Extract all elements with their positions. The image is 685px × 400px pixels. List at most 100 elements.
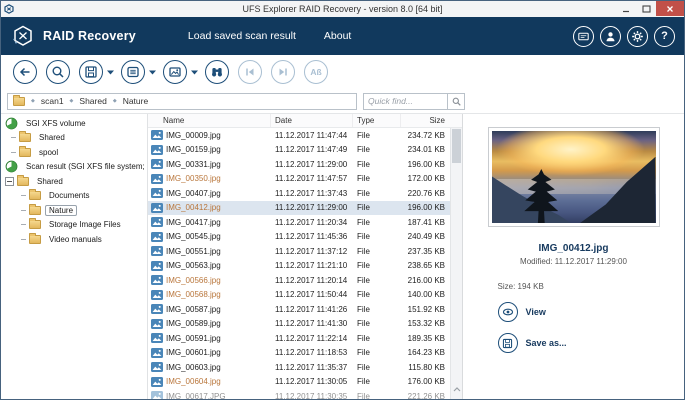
collapse-expander-icon[interactable] bbox=[5, 177, 14, 186]
tree-item-nature[interactable]: Nature bbox=[1, 203, 147, 218]
export-image-button[interactable] bbox=[163, 60, 187, 84]
previous-item-button[interactable] bbox=[238, 60, 262, 84]
file-type: File bbox=[353, 305, 401, 314]
file-row-img-00589-jpg[interactable]: IMG_00589.jpg11.12.2017 11:41:30File153.… bbox=[148, 317, 462, 332]
breadcrumb-segment[interactable]: Nature bbox=[123, 96, 149, 106]
column-header-date[interactable]: Date bbox=[271, 114, 353, 127]
image-file-icon bbox=[148, 290, 166, 300]
file-row-img-00009-jpg[interactable]: IMG_00009.jpg11.12.2017 11:47:44File234.… bbox=[148, 128, 462, 143]
save-dropdown-icon[interactable] bbox=[107, 70, 114, 75]
path-bar: scan1 Shared Nature bbox=[1, 89, 684, 113]
tree-connector bbox=[21, 239, 26, 240]
tree-item-label: SGI XFS volume bbox=[22, 118, 90, 129]
file-size: 153.32 KB bbox=[401, 319, 449, 328]
breadcrumb-segment[interactable]: Shared bbox=[79, 96, 106, 106]
file-date: 11.12.2017 11:22:14 bbox=[271, 334, 353, 343]
file-type: File bbox=[353, 160, 401, 169]
file-row-img-00591-jpg[interactable]: IMG_00591.jpg11.12.2017 11:22:14File189.… bbox=[148, 331, 462, 346]
file-date: 11.12.2017 11:47:49 bbox=[271, 145, 353, 154]
app-logo-icon bbox=[10, 23, 36, 49]
save-as-button[interactable]: Save as... bbox=[498, 333, 567, 353]
column-header-size[interactable]: Size bbox=[401, 114, 449, 127]
file-row-img-00587-jpg[interactable]: IMG_00587.jpg11.12.2017 11:41:26File151.… bbox=[148, 302, 462, 317]
save-button[interactable] bbox=[79, 60, 103, 84]
tree-item-documents[interactable]: Documents bbox=[1, 189, 147, 204]
tree-item-sgi-xfs-volume[interactable]: SGI XFS volume bbox=[1, 116, 147, 131]
file-row-img-00563-jpg[interactable]: IMG_00563.jpg11.12.2017 11:21:10File238.… bbox=[148, 259, 462, 274]
tree-item-shared[interactable]: Shared bbox=[1, 174, 147, 189]
file-name: IMG_00603.jpg bbox=[166, 363, 271, 372]
file-name: IMG_00604.jpg bbox=[166, 377, 271, 386]
preview-panel: IMG_00412.jpg Modified: 11.12.2017 11:29… bbox=[463, 114, 684, 399]
column-header-name[interactable]: Name bbox=[148, 114, 271, 127]
license-button[interactable] bbox=[573, 26, 594, 47]
file-row-img-00601-jpg[interactable]: IMG_00601.jpg11.12.2017 11:18:53File164.… bbox=[148, 346, 462, 361]
minimize-icon[interactable] bbox=[616, 1, 636, 16]
view-options-button[interactable] bbox=[121, 60, 145, 84]
user-button[interactable] bbox=[600, 26, 621, 47]
scrollbar-thumb[interactable] bbox=[452, 129, 461, 163]
file-name: IMG_00601.jpg bbox=[166, 348, 271, 357]
tree-item-video-manuals[interactable]: Video manuals bbox=[1, 232, 147, 247]
file-row-img-00604-jpg[interactable]: IMG_00604.jpg11.12.2017 11:30:05File176.… bbox=[148, 375, 462, 390]
file-size: 234.72 KB bbox=[401, 131, 449, 140]
file-type: File bbox=[353, 131, 401, 140]
file-row-img-00545-jpg[interactable]: IMG_00545.jpg11.12.2017 11:45:36File240.… bbox=[148, 230, 462, 245]
next-item-button[interactable] bbox=[271, 60, 295, 84]
file-name: IMG_00412.jpg bbox=[166, 203, 271, 212]
file-row-img-00617-jpg[interactable]: IMG_00617.JPG11.12.2017 11:30:35File221.… bbox=[148, 389, 462, 399]
quick-find-search-icon[interactable] bbox=[447, 93, 465, 110]
file-row-img-00551-jpg[interactable]: IMG_00551.jpg11.12.2017 11:37:12File237.… bbox=[148, 244, 462, 259]
file-row-img-00331-jpg[interactable]: IMG_00331.jpg11.12.2017 11:29:00File196.… bbox=[148, 157, 462, 172]
settings-gear-icon[interactable] bbox=[627, 26, 648, 47]
view-options-dropdown-icon[interactable] bbox=[149, 70, 156, 75]
encoding-button[interactable]: Aß bbox=[304, 60, 328, 84]
file-size: 234.01 KB bbox=[401, 145, 449, 154]
main-menu: Load saved scan result About bbox=[188, 30, 351, 42]
maximize-icon[interactable] bbox=[636, 1, 656, 16]
tree-item-storage-image-files[interactable]: Storage Image Files bbox=[1, 218, 147, 233]
file-type: File bbox=[353, 218, 401, 227]
tree-item-scan-result-sgi-xfs-file-system-3-72-gb[interactable]: Scan result (SGI XFS file system; 3.72 G… bbox=[1, 160, 147, 175]
menu-about[interactable]: About bbox=[324, 30, 351, 42]
scrollbar-arrow-icon[interactable] bbox=[453, 387, 461, 392]
search-button[interactable] bbox=[46, 60, 70, 84]
file-date: 11.12.2017 11:37:12 bbox=[271, 247, 353, 256]
column-header-type[interactable]: Type bbox=[353, 114, 401, 127]
file-size: 196.00 KB bbox=[401, 203, 449, 212]
scrollbar[interactable] bbox=[450, 128, 462, 399]
file-date: 11.12.2017 11:47:44 bbox=[271, 131, 353, 140]
file-row-img-00566-jpg[interactable]: IMG_00566.jpg11.12.2017 11:20:14File216.… bbox=[148, 273, 462, 288]
back-button[interactable] bbox=[13, 60, 37, 84]
file-row-img-00350-jpg[interactable]: IMG_00350.jpg11.12.2017 11:47:57File172.… bbox=[148, 172, 462, 187]
save-icon bbox=[498, 333, 518, 353]
file-name: IMG_00568.jpg bbox=[166, 290, 271, 299]
tree-item-label: Shared bbox=[33, 176, 67, 187]
view-button[interactable]: View bbox=[498, 302, 546, 322]
export-image-dropdown-icon[interactable] bbox=[191, 70, 198, 75]
file-date: 11.12.2017 11:21:10 bbox=[271, 261, 353, 270]
tree-item-spool[interactable]: spool bbox=[1, 145, 147, 160]
file-date: 11.12.2017 11:47:57 bbox=[271, 174, 353, 183]
menu-load-saved-scan[interactable]: Load saved scan result bbox=[188, 30, 296, 42]
image-file-icon bbox=[148, 348, 166, 358]
tree-item-label: Nature bbox=[45, 205, 77, 216]
breadcrumb-segment[interactable]: scan1 bbox=[41, 96, 64, 106]
tree-item-shared[interactable]: Shared bbox=[1, 131, 147, 146]
file-row-img-00159-jpg[interactable]: IMG_00159.jpg11.12.2017 11:47:49File234.… bbox=[148, 143, 462, 158]
file-row-img-00417-jpg[interactable]: IMG_00417.jpg11.12.2017 11:20:34File187.… bbox=[148, 215, 462, 230]
file-row-img-00412-jpg[interactable]: IMG_00412.jpg11.12.2017 11:29:00File196.… bbox=[148, 201, 462, 216]
quick-find-input[interactable] bbox=[363, 93, 447, 110]
breadcrumb[interactable]: scan1 Shared Nature bbox=[7, 93, 357, 110]
file-row-img-00568-jpg[interactable]: IMG_00568.jpg11.12.2017 11:50:44File140.… bbox=[148, 288, 462, 303]
help-button[interactable]: ? bbox=[654, 26, 675, 47]
file-date: 11.12.2017 11:30:05 bbox=[271, 377, 353, 386]
image-file-icon bbox=[148, 362, 166, 372]
find-button[interactable] bbox=[205, 60, 229, 84]
file-date: 11.12.2017 11:41:26 bbox=[271, 305, 353, 314]
file-row-img-00603-jpg[interactable]: IMG_00603.jpg11.12.2017 11:35:37File115.… bbox=[148, 360, 462, 375]
file-row-img-00407-jpg[interactable]: IMG_00407.jpg11.12.2017 11:37:43File220.… bbox=[148, 186, 462, 201]
file-type: File bbox=[353, 145, 401, 154]
close-icon[interactable] bbox=[656, 1, 684, 16]
file-date: 11.12.2017 11:20:14 bbox=[271, 276, 353, 285]
